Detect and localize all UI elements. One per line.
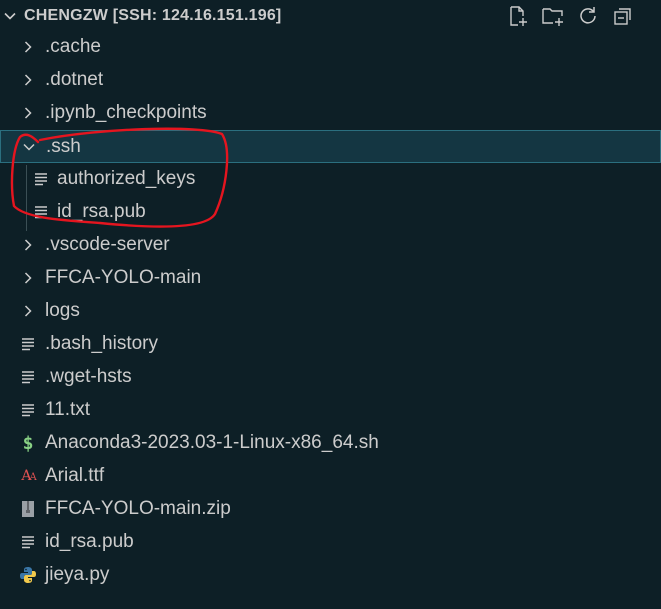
tree-folder-row[interactable]: .dotnet bbox=[0, 64, 661, 97]
indent-guide bbox=[26, 165, 27, 231]
tree-folder-row[interactable]: .cache bbox=[0, 31, 661, 64]
new-folder-button[interactable] bbox=[541, 4, 565, 28]
shell-script-icon: $ bbox=[22, 432, 34, 454]
chevron-right-icon[interactable] bbox=[20, 72, 36, 88]
chevron-right-icon[interactable] bbox=[20, 39, 36, 55]
text-file-icon bbox=[19, 533, 37, 551]
tree-item-label: .ipynb_checkpoints bbox=[45, 102, 207, 123]
tree-item-label: .wget-hsts bbox=[45, 366, 132, 387]
tree-item-label: .ssh bbox=[46, 136, 81, 157]
tree-item-label: 11.txt bbox=[45, 399, 91, 420]
tree-file-row[interactable]: AA Arial.ttf bbox=[0, 460, 661, 493]
tree-file-row[interactable]: jieya.py bbox=[0, 559, 661, 592]
tree-folder-row[interactable]: .vscode-server bbox=[0, 229, 661, 262]
text-file-icon bbox=[19, 368, 37, 386]
refresh-button[interactable] bbox=[576, 4, 600, 28]
tree-file-row[interactable]: .bash_history bbox=[0, 328, 661, 361]
tree-item-label: FFCA-YOLO-main bbox=[45, 267, 202, 288]
new-file-icon bbox=[510, 6, 527, 26]
tree-item-label: .vscode-server bbox=[45, 234, 170, 255]
explorer-title: CHENGZW [SSH: 124.16.151.196] bbox=[24, 7, 282, 24]
chevron-down-icon[interactable] bbox=[2, 8, 18, 24]
tree-item-label: Anaconda3-2023.03-1-Linux-x86_64.sh bbox=[45, 432, 379, 453]
tree-item-label: .cache bbox=[45, 36, 101, 57]
tree-item-label: logs bbox=[45, 300, 80, 321]
explorer-actions bbox=[506, 4, 635, 28]
tree-file-row[interactable]: FFCA-YOLO-main.zip bbox=[0, 493, 661, 526]
collapse-all-button[interactable] bbox=[611, 4, 635, 28]
text-file-icon bbox=[32, 203, 50, 221]
text-file-icon bbox=[19, 401, 37, 419]
tree-file-row[interactable]: 11.txt bbox=[0, 394, 661, 427]
new-file-button[interactable] bbox=[506, 4, 530, 28]
refresh-icon bbox=[580, 7, 596, 24]
chevron-right-icon[interactable] bbox=[20, 303, 36, 319]
chevron-right-icon[interactable] bbox=[20, 237, 36, 253]
zip-file-icon bbox=[19, 500, 37, 518]
chevron-right-icon[interactable] bbox=[20, 270, 36, 286]
python-file-icon bbox=[19, 566, 37, 584]
tree-item-label: id_rsa.pub bbox=[45, 531, 134, 552]
file-tree: .cache .dotnet .ipynb_checkpoints .ssh autho… bbox=[0, 31, 661, 592]
tree-item-label: id_rsa.pub bbox=[57, 201, 146, 222]
text-file-icon bbox=[19, 335, 37, 353]
tree-item-label: .dotnet bbox=[45, 69, 104, 90]
tree-folder-row[interactable]: logs bbox=[0, 295, 661, 328]
collapse-all-icon bbox=[614, 8, 631, 25]
explorer-header[interactable]: CHENGZW [SSH: 124.16.151.196] bbox=[0, 0, 661, 31]
chevron-down-icon[interactable] bbox=[21, 139, 37, 155]
tree-item-label: Arial.ttf bbox=[45, 465, 105, 486]
tree-folder-row[interactable]: FFCA-YOLO-main bbox=[0, 262, 661, 295]
chevron-right-icon[interactable] bbox=[20, 105, 36, 121]
text-file-icon bbox=[32, 170, 50, 188]
tree-folder-row[interactable]: .ssh bbox=[0, 130, 661, 163]
tree-folder-row[interactable]: .ipynb_checkpoints bbox=[0, 97, 661, 130]
tree-item-label: jieya.py bbox=[45, 564, 110, 585]
tree-item-label: authorized_keys bbox=[57, 168, 196, 189]
new-folder-icon bbox=[542, 8, 563, 26]
tree-file-row[interactable]: $ Anaconda3-2023.03-1-Linux-x86_64.sh bbox=[0, 427, 661, 460]
tree-item-label: FFCA-YOLO-main.zip bbox=[45, 498, 231, 519]
font-file-icon: AA bbox=[21, 468, 36, 484]
tree-file-row[interactable]: .wget-hsts bbox=[0, 361, 661, 394]
tree-file-row[interactable]: authorized_keys bbox=[0, 163, 661, 196]
tree-file-row[interactable]: id_rsa.pub bbox=[0, 196, 661, 229]
tree-item-label: .bash_history bbox=[45, 333, 159, 354]
tree-file-row[interactable]: id_rsa.pub bbox=[0, 526, 661, 559]
